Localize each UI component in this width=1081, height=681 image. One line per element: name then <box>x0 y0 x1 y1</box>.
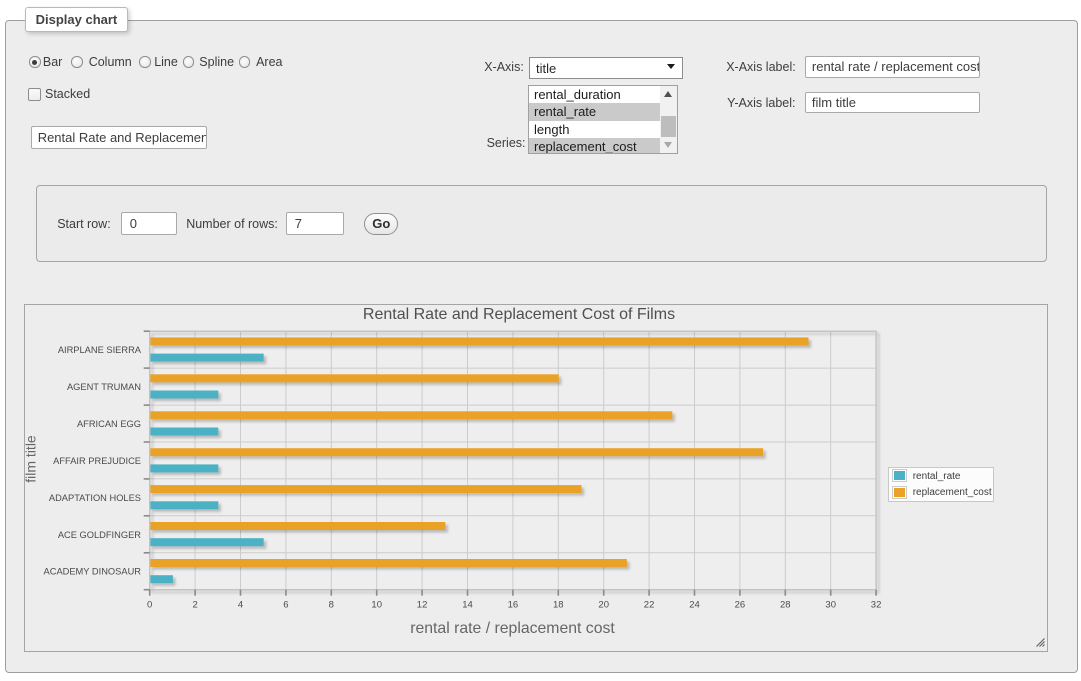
svg-text:ACADEMY DINOSAUR: ACADEMY DINOSAUR <box>44 567 142 577</box>
svg-text:10: 10 <box>371 600 382 611</box>
svg-text:AGENT TRUMAN: AGENT TRUMAN <box>67 382 141 392</box>
svg-text:rental rate / replacement cost: rental rate / replacement cost <box>410 620 615 637</box>
svg-text:20: 20 <box>598 600 609 611</box>
svg-text:8: 8 <box>329 600 334 611</box>
svg-text:4: 4 <box>238 600 243 611</box>
svg-text:film title: film title <box>23 435 39 483</box>
svg-text:6: 6 <box>283 600 288 611</box>
svg-text:16: 16 <box>508 600 519 611</box>
svg-text:AFRICAN EGG: AFRICAN EGG <box>77 419 141 429</box>
svg-text:Rental Rate and Replacement Co: Rental Rate and Replacement Cost of Film… <box>363 306 675 323</box>
svg-text:AIRPLANE SIERRA: AIRPLANE SIERRA <box>58 345 142 355</box>
svg-text:2: 2 <box>192 600 197 611</box>
svg-text:22: 22 <box>644 600 655 611</box>
svg-text:32: 32 <box>871 600 882 611</box>
svg-text:14: 14 <box>462 600 473 611</box>
svg-text:26: 26 <box>735 600 746 611</box>
svg-text:ACE GOLDFINGER: ACE GOLDFINGER <box>58 530 141 540</box>
svg-text:18: 18 <box>553 600 564 611</box>
svg-text:30: 30 <box>825 600 836 611</box>
svg-text:AFFAIR PREJUDICE: AFFAIR PREJUDICE <box>53 456 141 466</box>
svg-text:28: 28 <box>780 600 791 611</box>
svg-text:ADAPTATION HOLES: ADAPTATION HOLES <box>49 493 141 503</box>
svg-text:12: 12 <box>417 600 428 611</box>
svg-text:0: 0 <box>147 600 152 611</box>
svg-text:24: 24 <box>689 600 700 611</box>
